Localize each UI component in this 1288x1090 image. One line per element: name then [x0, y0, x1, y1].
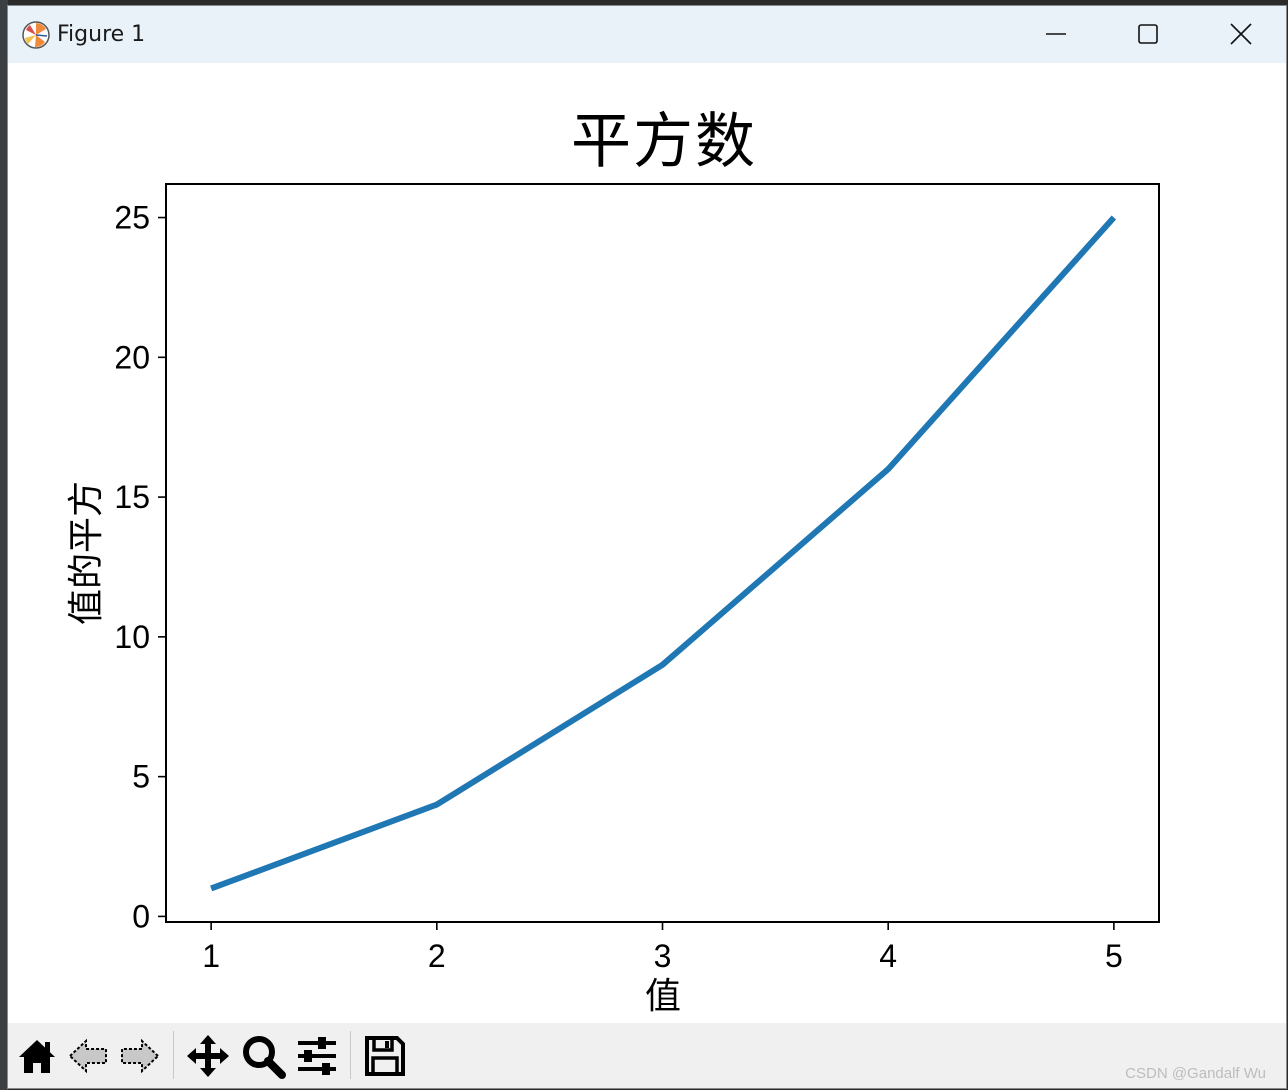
maximize-icon: [1138, 24, 1158, 44]
y-tick-label: 0: [132, 898, 150, 934]
chart-svg: 1 2 3 4 50510152025: [114, 183, 1160, 974]
x-tick-label: 4: [879, 938, 897, 974]
x-tick-label: 1: [202, 938, 220, 974]
window-title: Figure 1: [57, 22, 146, 47]
configure-subplots-icon: [298, 1037, 336, 1075]
figure-window: Figure 1 平方数 1 2 3 4 5 0 5 10 15 20 25 值的平方 值: [8, 6, 1286, 1088]
zoom-icon: [243, 1036, 286, 1079]
save-button[interactable]: [362, 1033, 408, 1079]
home-icon: [19, 1040, 55, 1073]
title-bar[interactable]: Figure 1: [8, 6, 1286, 63]
minimize-icon: [1046, 33, 1066, 35]
back-button[interactable]: [66, 1033, 112, 1079]
series-line: [210, 215, 1117, 892]
forward-button[interactable]: [116, 1033, 162, 1079]
watermark-text: CSDN @Gandalf Wu: [1125, 1065, 1266, 1082]
zoom-button[interactable]: [240, 1033, 286, 1079]
toolbar-separator: [173, 1031, 174, 1079]
y-tick-label: 10: [114, 619, 150, 655]
toolbar-separator: [350, 1031, 351, 1079]
forward-arrow-icon: [121, 1038, 160, 1074]
background-editor-gutter: [0, 0, 8, 1090]
y-tick-label: 15: [114, 479, 150, 515]
y-tick-label: 20: [114, 339, 150, 375]
plot-canvas[interactable]: 平方数 1 2 3 4 5 0 5 10 15 20 25 值的平方 值: [8, 63, 1286, 1023]
minimize-button[interactable]: [1026, 14, 1086, 54]
matplotlib-logo-icon: [21, 20, 51, 50]
y-tick-label: 25: [114, 200, 150, 236]
pan-icon: [187, 1035, 229, 1077]
home-button[interactable]: [14, 1033, 60, 1079]
x-tick-label: 5: [1105, 938, 1123, 974]
save-icon: [365, 1036, 405, 1076]
close-button[interactable]: [1211, 14, 1271, 54]
maximize-button[interactable]: [1118, 14, 1178, 54]
axes-frame: [165, 183, 1160, 923]
navigation-toolbar: CSDN @Gandalf Wu: [8, 1023, 1286, 1088]
y-axis-label: 值的平方: [66, 480, 107, 626]
close-icon: [1230, 23, 1252, 45]
back-arrow-icon: [68, 1038, 107, 1074]
x-axis-label: 值: [644, 976, 682, 1017]
pan-button[interactable]: [185, 1033, 231, 1079]
y-tick-label: 5: [132, 759, 150, 795]
x-tick-label: 2: [428, 938, 446, 974]
configure-subplots-button[interactable]: [294, 1033, 340, 1079]
